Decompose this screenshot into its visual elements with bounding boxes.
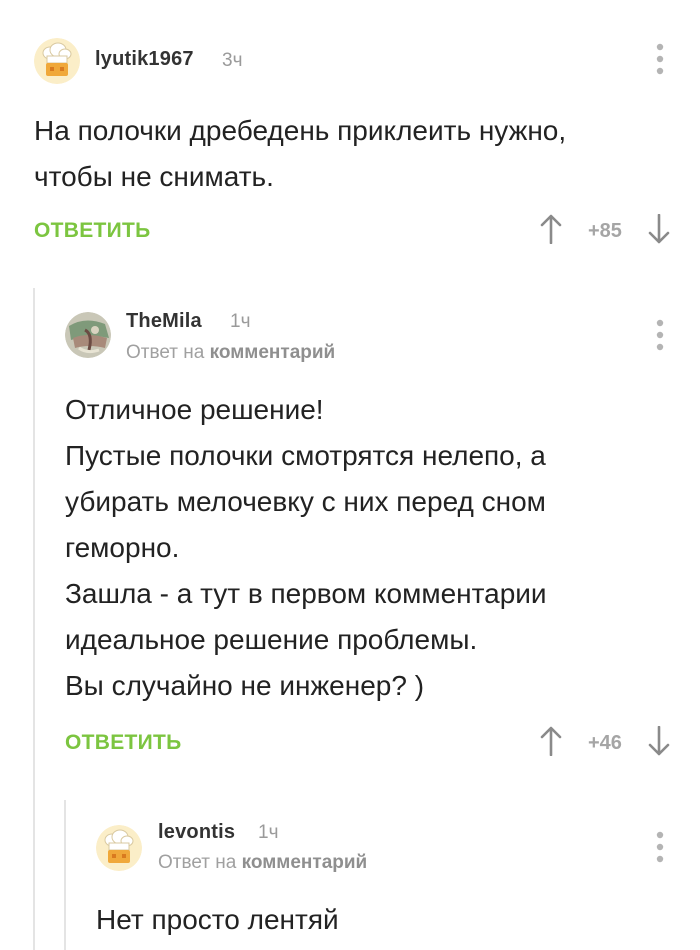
comment-text-line: геморно. [65,532,180,563]
comment-text-line: Вы случайно не инженер? ) [65,670,425,701]
username[interactable]: levontis [158,821,235,844]
comment-text-line: убирать мелочевку с них перед сном [65,486,546,517]
comment-score: +46 [588,732,622,754]
reply-to-line: Ответ на комментарий [158,852,367,874]
user-photo-avatar[interactable] [65,312,111,358]
vertical-dots-menu-icon[interactable] [654,318,666,352]
reply-to-comment-link[interactable]: комментарий [242,852,368,873]
comment-text-line: Пустые полочки смотрятся нелепо, а [65,440,546,471]
comment-time: 3ч [222,50,243,71]
comment-text-line: На полочки дребедень приклеить нужно, [34,115,567,146]
username[interactable]: lyutik1967 [95,48,194,71]
reply-to-prefix: Ответ на [126,342,205,363]
arrow-down-icon[interactable] [648,213,670,244]
reply-button[interactable]: ОТВЕТИТЬ [65,731,182,755]
thread-line [33,288,35,950]
vertical-dots-menu-icon[interactable] [654,42,666,76]
username[interactable]: TheMila [126,310,202,333]
reply-to-prefix: Ответ на [158,852,237,873]
thread-line [64,800,66,950]
comment-text-line: идеальное решение проблемы. [65,624,478,655]
arrow-down-icon[interactable] [648,725,670,756]
comment-text: Отличное решение! Пустые полочки смотрят… [65,387,547,709]
comment-text-line: чтобы не снимать. [34,161,274,192]
comment-text-line: Нет просто лентяй [96,904,339,935]
arrow-up-icon[interactable] [540,214,562,245]
chef-hat-avatar-icon[interactable] [34,38,80,84]
reply-button[interactable]: ОТВЕТИТЬ [34,219,151,243]
vertical-dots-menu-icon[interactable] [654,830,666,864]
comment-text-line: Зашла - а тут в первом комментарии [65,578,547,609]
arrow-up-icon[interactable] [540,726,562,757]
comment-text-line: Отличное решение! [65,394,324,425]
comment-text: Нет просто лентяй [96,897,339,943]
reply-to-line: Ответ на комментарий [126,342,335,364]
reply-to-comment-link[interactable]: комментарий [210,342,336,363]
comment-time: 1ч [230,311,251,332]
chef-hat-avatar-icon[interactable] [96,825,142,871]
comment-score: +85 [588,220,622,242]
comment-text: На полочки дребедень приклеить нужно, чт… [34,108,566,200]
comment-time: 1ч [258,822,279,843]
